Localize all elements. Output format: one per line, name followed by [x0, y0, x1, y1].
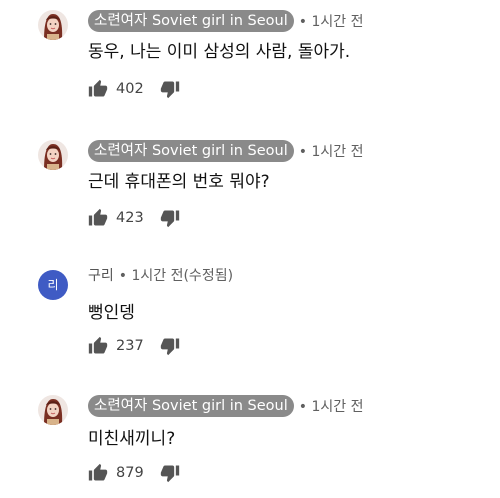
comment-actions: 402	[88, 78, 180, 100]
comment-actions: 879	[88, 462, 180, 484]
comment-text: 근데 휴대폰의 번호 뭐야?	[88, 172, 270, 192]
comment-meta: 소련여자 Soviet girl in Seoul • 1시간 전	[88, 10, 363, 32]
avatar[interactable]	[38, 140, 68, 170]
thumbs-down-icon[interactable]	[160, 463, 180, 483]
thumbs-up-icon[interactable]	[88, 208, 108, 228]
comment-text: 미친새끼니?	[88, 429, 176, 449]
comment-meta: 소련여자 Soviet girl in Seoul • 1시간 전	[88, 395, 363, 417]
thumbs-down-icon[interactable]	[160, 336, 180, 356]
thumbs-down-icon[interactable]	[160, 79, 180, 99]
comment-time: • 1시간 전	[298, 399, 364, 415]
comment-item: 소련여자 Soviet girl in Seoul • 1시간 전 근데 휴대폰…	[0, 130, 500, 240]
comment-author[interactable]: 구리	[88, 265, 114, 285]
profile-photo-icon	[38, 10, 68, 40]
channel-owner-badge[interactable]: 소련여자 Soviet girl in Seoul	[88, 140, 294, 162]
comment-text: 동우, 나는 이미 삼성의 사람, 돌아가.	[88, 42, 351, 62]
comment-time: • 1시간 전	[298, 144, 364, 160]
avatar[interactable]	[38, 395, 68, 425]
comment-text: 뻥인뎅	[88, 303, 135, 323]
like-count: 402	[116, 81, 144, 97]
thumbs-down-icon[interactable]	[160, 208, 180, 228]
like-count: 423	[116, 210, 144, 226]
comment-item: 리 구리 • 1시간 전(수정됨) 뻥인뎅 237	[0, 258, 500, 368]
channel-owner-badge[interactable]: 소련여자 Soviet girl in Seoul	[88, 10, 294, 32]
channel-owner-badge[interactable]: 소련여자 Soviet girl in Seoul	[88, 395, 294, 417]
comment-meta: 구리 • 1시간 전(수정됨)	[88, 264, 233, 286]
comment-time: • 1시간 전	[298, 14, 364, 30]
comment-meta: 소련여자 Soviet girl in Seoul • 1시간 전	[88, 140, 363, 162]
like-count: 879	[116, 465, 144, 481]
thumbs-up-icon[interactable]	[88, 463, 108, 483]
comment-item: 소련여자 Soviet girl in Seoul • 1시간 전 동우, 나는…	[0, 0, 500, 110]
comment-actions: 423	[88, 207, 180, 229]
profile-photo-icon	[38, 395, 68, 425]
profile-photo-icon	[38, 140, 68, 170]
thumbs-up-icon[interactable]	[88, 336, 108, 356]
thumbs-up-icon[interactable]	[88, 79, 108, 99]
comment-item: 소련여자 Soviet girl in Seoul • 1시간 전 미친새끼니?…	[0, 385, 500, 495]
like-count: 237	[116, 338, 144, 354]
comment-actions: 237	[88, 335, 180, 357]
avatar[interactable]: 리	[38, 270, 68, 300]
comment-time: • 1시간 전(수정됨)	[118, 268, 234, 284]
avatar[interactable]	[38, 10, 68, 40]
